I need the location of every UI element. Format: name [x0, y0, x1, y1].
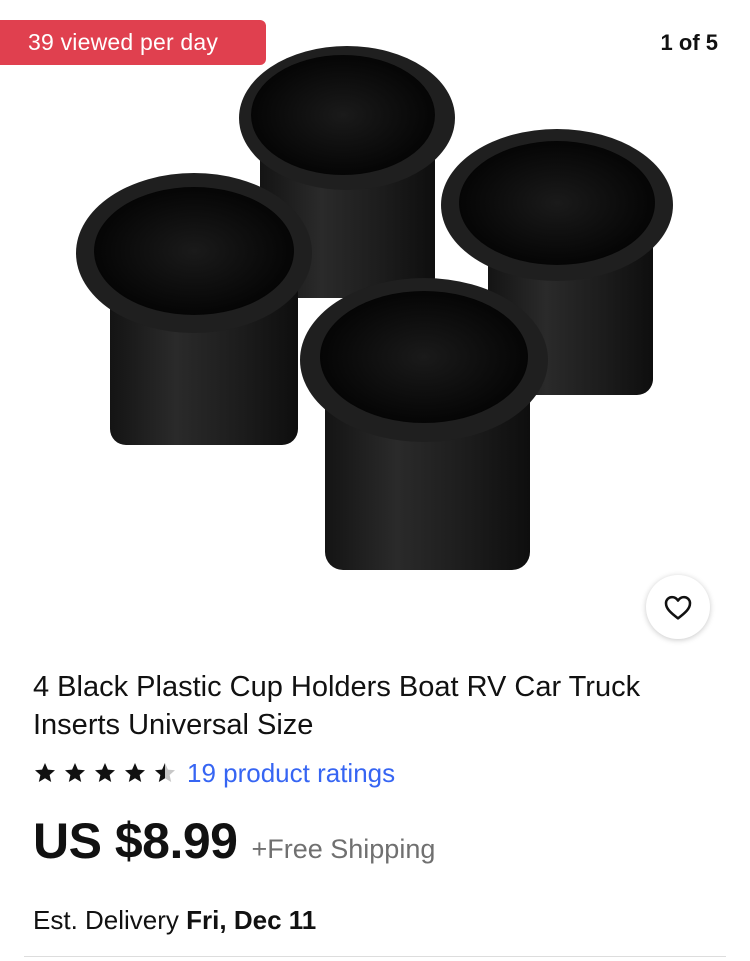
delivery-label: Est. Delivery — [33, 905, 179, 935]
image-counter: 1 of 5 — [644, 22, 734, 64]
star-full-icon — [123, 761, 147, 785]
estimated-delivery: Est. Delivery Fri, Dec 11 — [33, 905, 316, 936]
product-ratings-link[interactable]: 19 product ratings — [187, 758, 395, 789]
views-per-day-badge: 39 viewed per day — [0, 20, 266, 65]
star-full-icon — [93, 761, 117, 785]
star-rating — [33, 761, 183, 785]
heart-icon — [664, 595, 692, 620]
price: US $8.99 — [33, 813, 238, 869]
star-full-icon — [63, 761, 87, 785]
rating-row[interactable]: 19 product ratings — [33, 756, 395, 790]
listing-title: 4 Black Plastic Cup Holders Boat RV Car … — [33, 671, 641, 741]
product-image-gallery[interactable]: 39 viewed per day 1 of 5 — [0, 0, 750, 660]
star-half-icon — [153, 761, 177, 785]
add-to-watchlist-button[interactable] — [646, 575, 710, 639]
divider — [24, 956, 726, 957]
delivery-date: Fri, Dec 11 — [186, 905, 317, 935]
star-full-icon — [33, 761, 57, 785]
price-row: US $8.99 +Free Shipping — [33, 812, 435, 870]
product-image[interactable] — [0, 0, 750, 660]
shipping-info: +Free Shipping — [251, 834, 436, 864]
